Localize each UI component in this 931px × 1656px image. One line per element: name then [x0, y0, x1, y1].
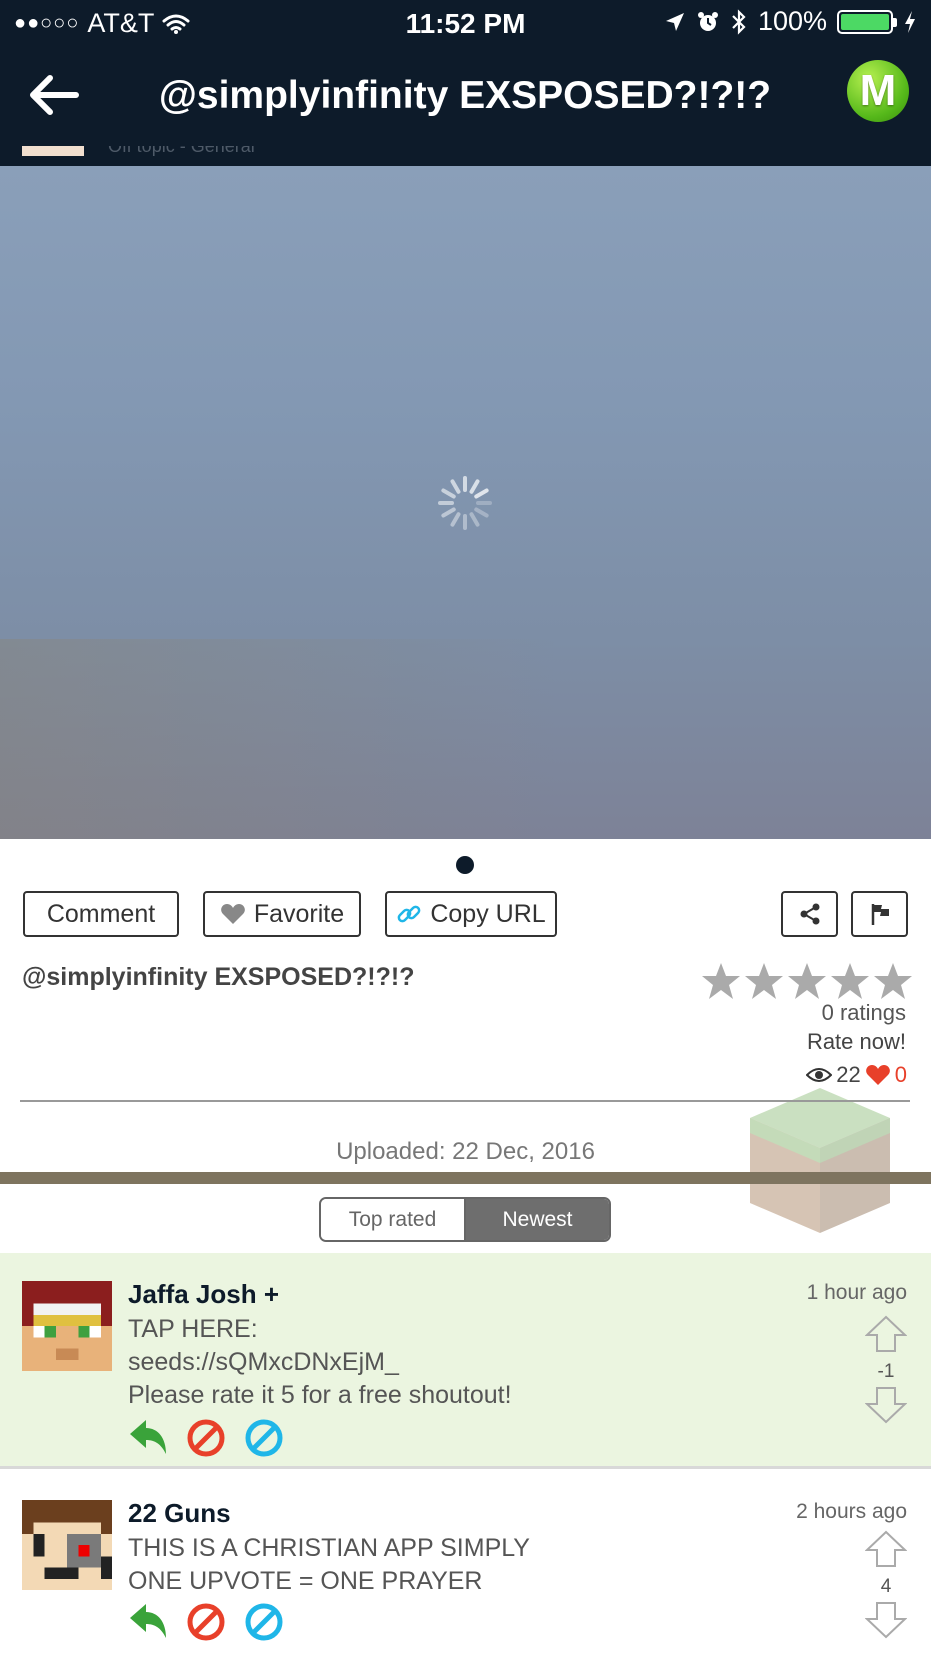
- comment-author[interactable]: Jaffa Josh +: [128, 1279, 279, 1310]
- star-icon[interactable]: [830, 962, 870, 1000]
- nav-bar: @simplyinfinity EXSPOSED?!?!? M: [0, 46, 931, 146]
- comment-actions: [128, 1418, 284, 1458]
- block-icon[interactable]: [186, 1602, 226, 1642]
- downvote-icon[interactable]: [864, 1386, 908, 1424]
- star-rating[interactable]: [701, 962, 913, 1000]
- link-icon: [397, 905, 421, 923]
- top-bar: ●●○○○ AT&T 11:52 PM 100% @simplyinfinity…: [0, 0, 931, 166]
- media-viewer[interactable]: [0, 166, 931, 839]
- comment-time: 1 hour ago: [806, 1281, 907, 1304]
- upvote-icon[interactable]: [864, 1315, 908, 1353]
- share-button[interactable]: [781, 891, 838, 937]
- comment-time: 2 hours ago: [796, 1500, 907, 1523]
- status-right: 100%: [664, 6, 917, 37]
- ignore-icon[interactable]: [244, 1418, 284, 1458]
- flag-button[interactable]: [851, 891, 908, 937]
- tab-top-rated[interactable]: Top rated: [321, 1199, 466, 1240]
- battery-icon: [837, 9, 897, 34]
- comment-author[interactable]: 22 Guns: [128, 1498, 231, 1529]
- page-indicator-dot: [456, 856, 474, 874]
- battery-percent: 100%: [757, 6, 827, 36]
- vote-control: -1: [864, 1315, 908, 1429]
- share-icon: [800, 903, 819, 925]
- comment-line: TAP HERE:: [128, 1315, 258, 1343]
- flag-icon: [871, 904, 889, 925]
- comment-line: Please rate it 5 for a free shoutout!: [128, 1381, 512, 1409]
- author-avatar: [22, 146, 84, 156]
- comment-button-label: Comment: [46, 899, 156, 928]
- loading-spinner-icon: [438, 476, 492, 530]
- comment-item: Jaffa Josh + 1 hour ago TAP HERE: seeds:…: [0, 1253, 931, 1469]
- section-band: [0, 1172, 931, 1184]
- comment-actions: [128, 1602, 284, 1642]
- block-icon[interactable]: [186, 1418, 226, 1458]
- comment-sort-control: Top rated Newest: [319, 1197, 611, 1242]
- location-icon: [665, 12, 684, 31]
- reply-icon[interactable]: [128, 1602, 168, 1640]
- upvote-icon[interactable]: [864, 1530, 908, 1568]
- avatar[interactable]: [22, 1281, 112, 1371]
- comment-button[interactable]: Comment: [23, 891, 179, 937]
- comment-body: TAP HERE: seeds://sQMxcDNxEjM_ Please ra…: [128, 1313, 512, 1412]
- scrolled-post-header: Off topic - General: [0, 146, 931, 166]
- star-icon[interactable]: [787, 962, 827, 1000]
- vote-score: 4: [880, 1576, 892, 1597]
- upload-date: Uploaded: 22 Dec, 2016: [336, 1138, 595, 1165]
- favorite-button-label: Favorite: [253, 899, 345, 928]
- status-bar: ●●○○○ AT&T 11:52 PM 100%: [0, 0, 931, 46]
- copy-url-button-label: Copy URL: [430, 899, 546, 928]
- app-logo[interactable]: M: [847, 60, 909, 122]
- comment-body: THIS IS A CHRISTIAN APP SIMPLY ONE UPVOT…: [128, 1532, 530, 1598]
- comment-line: THIS IS A CHRISTIAN APP SIMPLY: [128, 1534, 530, 1562]
- comment-line: ONE UPVOTE = ONE PRAYER: [128, 1567, 483, 1595]
- charging-icon: [905, 10, 915, 33]
- rate-now-link[interactable]: Rate now!: [807, 1029, 906, 1055]
- avatar[interactable]: [22, 1500, 112, 1590]
- ratings-count: 0 ratings: [821, 1000, 906, 1025]
- star-icon[interactable]: [744, 962, 784, 1000]
- comment-line[interactable]: seeds://sQMxcDNxEjM_: [128, 1346, 512, 1379]
- vote-control: 4: [864, 1530, 908, 1644]
- star-icon[interactable]: [701, 962, 741, 1000]
- page-title: @simplyinfinity EXSPOSED?!?!?: [158, 74, 772, 117]
- category-label: Off topic - General: [108, 146, 255, 156]
- back-arrow-icon[interactable]: [24, 70, 84, 120]
- reply-icon[interactable]: [128, 1418, 168, 1456]
- heart-icon: [220, 904, 245, 924]
- comment-item: 22 Guns 2 hours ago THIS IS A CHRISTIAN …: [0, 1472, 931, 1656]
- downvote-icon[interactable]: [864, 1601, 908, 1639]
- bluetooth-icon: [732, 8, 746, 35]
- favorite-button[interactable]: Favorite: [203, 891, 361, 937]
- ignore-icon[interactable]: [244, 1602, 284, 1642]
- post-title: @simplyinfinity EXSPOSED?!?!?: [22, 963, 415, 991]
- copy-url-button[interactable]: Copy URL: [385, 891, 557, 937]
- tab-newest[interactable]: Newest: [466, 1199, 609, 1240]
- alarm-icon: [697, 11, 718, 31]
- vote-score: -1: [877, 1361, 895, 1382]
- section-divider: [20, 1100, 910, 1102]
- star-icon[interactable]: [873, 962, 913, 1000]
